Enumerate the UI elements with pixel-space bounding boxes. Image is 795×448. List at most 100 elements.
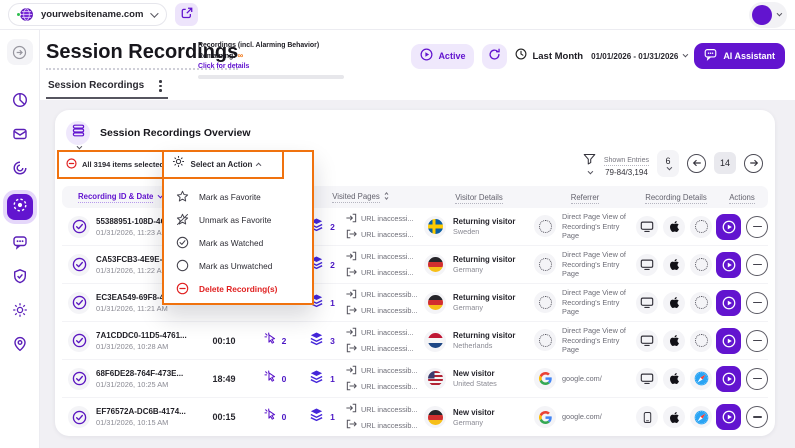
- website-selector[interactable]: yourwebsitename.com: [8, 3, 167, 26]
- recording-date: 01/31/2026, 10:28 AM: [96, 342, 196, 351]
- layers-icon: [309, 369, 324, 389]
- menu-item-unmark-as-favorite[interactable]: Unmark as Favorite: [164, 208, 312, 231]
- recording-date: 01/31/2026, 10:25 AM: [96, 380, 196, 389]
- table-row[interactable]: 68F6DE28-764F-473E...01/31/2026, 10:25 A…: [62, 360, 768, 398]
- recording-details-cell: [636, 216, 716, 238]
- recording-id-cell: 7A1CDDC0-11D5-4761...01/31/2026, 10:28 A…: [96, 331, 196, 351]
- menu-item-mark-as-watched[interactable]: Mark as Watched: [164, 231, 312, 254]
- exit-url: URL inaccessib...: [361, 382, 418, 391]
- google-icon: [534, 368, 556, 390]
- play-recording-button[interactable]: [716, 214, 741, 240]
- delete-recording-button[interactable]: [746, 254, 768, 276]
- play-recording-button[interactable]: [716, 290, 741, 316]
- referrer-cell: Direct Page View of Recording's Entry Pa…: [534, 212, 636, 240]
- sidebar-item-heatmaps[interactable]: [7, 157, 33, 183]
- tab-menu-kebab[interactable]: [157, 78, 164, 94]
- delete-recording-button[interactable]: [746, 406, 768, 428]
- tab-session-recordings[interactable]: Session Recordings: [48, 80, 144, 91]
- infinity-value: ∞: [237, 51, 243, 60]
- chat-icon: [12, 234, 28, 255]
- menu-item-mark-as-unwatched[interactable]: Mark as Unwatched: [164, 254, 312, 277]
- delete-recording-button[interactable]: [746, 292, 768, 314]
- click-icon: [264, 408, 277, 426]
- delete-recording-button[interactable]: [746, 330, 768, 352]
- menu-item-delete-recording-s-[interactable]: Delete Recording(s): [164, 277, 312, 300]
- header-controls: Active Last Month 01/01/2026 - 01/31/202…: [411, 43, 785, 69]
- quota-details-link[interactable]: Click for details: [198, 63, 350, 70]
- entry-url-icon: [346, 403, 357, 415]
- country-flag-icon: [424, 292, 446, 314]
- sidebar-item-visitors[interactable]: [7, 333, 33, 359]
- date-range-picker[interactable]: 01/01/2026 - 01/31/2026: [591, 52, 686, 61]
- sidebar-collapse-button[interactable]: [7, 39, 33, 65]
- visitor-type: Returning visitor: [453, 217, 515, 226]
- visitor-country: Germany: [453, 418, 495, 427]
- selection-dropdown[interactable]: All 3194 items selected: [57, 150, 171, 179]
- sidebar-item-dashboard[interactable]: [7, 89, 33, 115]
- chat-bubble-icon: [704, 48, 717, 64]
- active-filter-button[interactable]: Active: [411, 44, 474, 69]
- recording-date: 01/31/2026, 10:15 AM: [96, 418, 196, 427]
- gear-icon: [12, 302, 28, 323]
- row-checkbox[interactable]: [68, 406, 90, 428]
- filter-button[interactable]: [583, 152, 596, 175]
- row-checkbox[interactable]: [68, 292, 90, 314]
- refresh-button[interactable]: [482, 44, 507, 69]
- country-flag-icon: [424, 406, 446, 428]
- table-row[interactable]: 7A1CDDC0-11D5-4761...01/31/2026, 10:28 A…: [62, 322, 768, 360]
- chevron-down-icon: [683, 52, 689, 58]
- page-size-select[interactable]: 6: [657, 150, 679, 177]
- open-website-button[interactable]: [175, 3, 198, 26]
- ai-assistant-button[interactable]: AI Assistant: [694, 43, 785, 69]
- sidebar-item-settings[interactable]: [7, 299, 33, 325]
- play-recording-button[interactable]: [716, 366, 741, 392]
- recording-id: EF76572A-DC6B-4174...: [96, 407, 196, 416]
- status-online-dot: [16, 12, 21, 17]
- row-checkbox[interactable]: [68, 368, 90, 390]
- menu-item-mark-as-favorite[interactable]: Mark as Favorite: [164, 185, 312, 208]
- referrer-cell: Direct Page View of Recording's Entry Pa…: [534, 288, 636, 316]
- sidebar-item-feedback[interactable]: [7, 231, 33, 257]
- click-count: 0: [282, 412, 287, 422]
- pages-count: 1: [330, 374, 335, 384]
- row-checkbox[interactable]: [68, 254, 90, 276]
- sidebar-item-privacy[interactable]: [7, 265, 33, 291]
- pages-count: 2: [330, 260, 335, 270]
- visitor-cell: Returning visitorNetherlands: [424, 330, 534, 352]
- exit-url: URL inaccessi...: [361, 344, 413, 353]
- desktop-icon: [636, 330, 658, 352]
- row-checkbox[interactable]: [68, 216, 90, 238]
- referrer-text: google.com/: [562, 412, 628, 421]
- play-recording-button[interactable]: [716, 252, 741, 278]
- sidebar-item-session-recordings[interactable]: [7, 194, 33, 220]
- select-action-button[interactable]: Select an Action: [162, 150, 284, 179]
- delete-recording-button[interactable]: [746, 368, 768, 390]
- current-page[interactable]: 14: [714, 152, 736, 174]
- actions-cell: [716, 290, 768, 316]
- entry-url-icon: [346, 365, 357, 377]
- column-visited-pages[interactable]: Visited Pages: [332, 191, 390, 203]
- visitor-cell: New visitorGermany: [424, 406, 534, 428]
- play-recording-button[interactable]: [716, 404, 741, 430]
- desktop-icon: [636, 254, 658, 276]
- visitor-cell: Returning visitorSweden: [424, 216, 534, 238]
- actions-cell: [716, 404, 768, 430]
- swirl-icon: [12, 160, 28, 181]
- pagination-controls: Shown Entries 79-84/3,194 6 14: [583, 149, 763, 177]
- period-selector[interactable]: Last Month: [515, 47, 583, 65]
- sidebar-item-inbox[interactable]: [7, 123, 33, 149]
- unknown-referrer-icon: [534, 291, 556, 313]
- delete-recording-button[interactable]: [746, 216, 768, 238]
- clicks-cell: 0: [264, 370, 287, 388]
- prev-page-button[interactable]: [687, 154, 706, 173]
- user-menu[interactable]: [749, 2, 787, 28]
- referrer-cell: Direct Page View of Recording's Entry Pa…: [534, 326, 636, 354]
- quota-progress-bar: [198, 75, 344, 79]
- play-recording-button[interactable]: [716, 328, 741, 354]
- menu-item-label: Mark as Favorite: [199, 192, 261, 202]
- next-page-button[interactable]: [744, 154, 763, 173]
- card-title-row: Session Recordings Overview: [66, 121, 251, 150]
- table-row[interactable]: EF76572A-DC6B-4174... 01/31/2026, 10:15 A…: [62, 398, 768, 436]
- layers-icon: [309, 331, 324, 351]
- row-checkbox[interactable]: [68, 330, 90, 352]
